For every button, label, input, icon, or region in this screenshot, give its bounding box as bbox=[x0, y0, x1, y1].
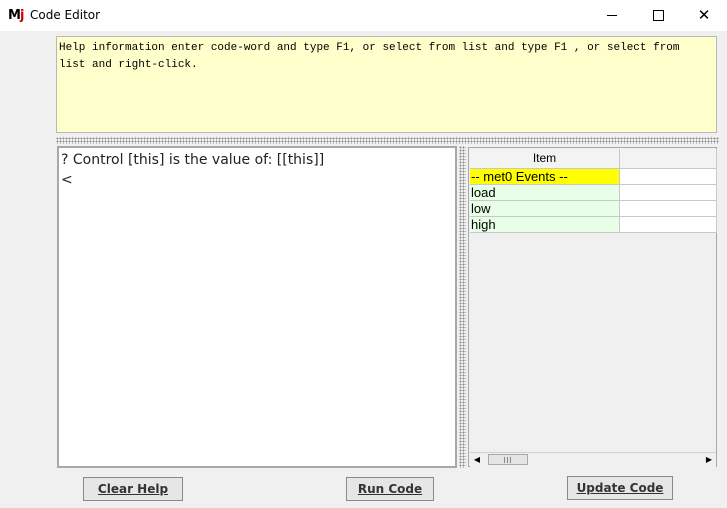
title-bar[interactable]: Mj Code Editor ✕ bbox=[0, 0, 727, 31]
app-logo-letter: M bbox=[8, 8, 21, 23]
table-row[interactable]: load bbox=[470, 185, 717, 201]
scroll-left-icon[interactable]: ◀ bbox=[470, 453, 484, 467]
table-cell[interactable]: high bbox=[470, 217, 620, 233]
table-body: -- met0 Events -- load low high bbox=[470, 169, 717, 233]
code-editor[interactable]: ? Control [this] is the value of: [[this… bbox=[57, 146, 457, 468]
item-table: Item -- met0 Events -- load low high ◀ ▶ bbox=[468, 147, 717, 467]
maximize-icon bbox=[652, 10, 664, 21]
scroll-right-icon[interactable]: ▶ bbox=[702, 453, 716, 467]
minimize-button[interactable] bbox=[589, 0, 635, 31]
update-code-button[interactable]: Update Code bbox=[567, 476, 673, 500]
table-header: Item bbox=[470, 149, 717, 169]
table-cell[interactable] bbox=[620, 185, 717, 201]
close-button[interactable]: ✕ bbox=[681, 0, 727, 31]
maximize-button[interactable] bbox=[635, 0, 681, 31]
table-cell[interactable]: -- met0 Events -- bbox=[470, 169, 620, 185]
close-icon: ✕ bbox=[697, 6, 711, 24]
run-code-button[interactable]: Run Code bbox=[346, 477, 434, 501]
vertical-splitter[interactable] bbox=[459, 146, 466, 468]
table-row[interactable]: low bbox=[470, 201, 717, 217]
grip-icon bbox=[504, 457, 512, 463]
table-cell[interactable] bbox=[620, 169, 717, 185]
app-logo-mark: j bbox=[19, 8, 25, 23]
app-logo-icon: Mj bbox=[8, 7, 25, 24]
minimize-icon bbox=[607, 15, 617, 16]
table-cell[interactable]: load bbox=[470, 185, 620, 201]
table-cell[interactable] bbox=[620, 217, 717, 233]
help-text-area[interactable]: Help information enter code-word and typ… bbox=[56, 36, 717, 133]
table-row[interactable]: high bbox=[470, 217, 717, 233]
column-header-item[interactable]: Item bbox=[470, 149, 620, 168]
table-cell[interactable] bbox=[620, 201, 717, 217]
code-line: < bbox=[61, 172, 73, 188]
horizontal-scrollbar[interactable]: ◀ ▶ bbox=[470, 452, 716, 467]
window-title: Code Editor bbox=[30, 8, 101, 22]
code-line: ? Control [this] is the value of: [[this… bbox=[61, 152, 325, 168]
scrollbar-thumb[interactable] bbox=[488, 454, 528, 465]
table-row[interactable]: -- met0 Events -- bbox=[470, 169, 717, 185]
horizontal-splitter[interactable] bbox=[56, 137, 719, 144]
clear-help-button[interactable]: Clear Help bbox=[83, 477, 183, 501]
table-cell[interactable]: low bbox=[470, 201, 620, 217]
column-header-value[interactable] bbox=[620, 149, 717, 168]
